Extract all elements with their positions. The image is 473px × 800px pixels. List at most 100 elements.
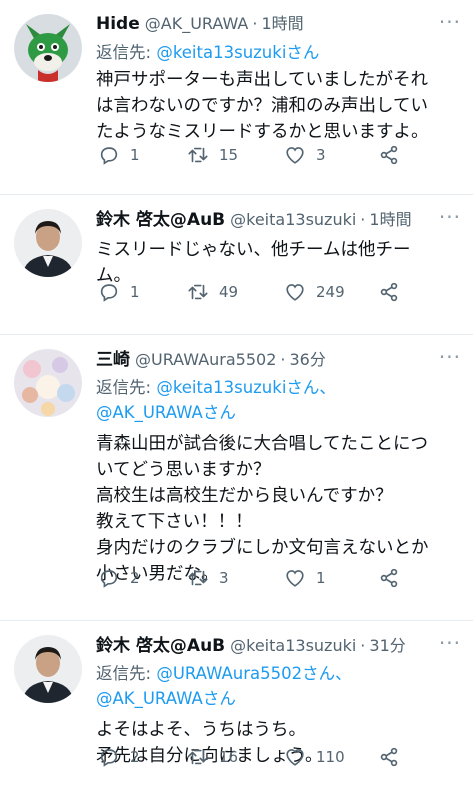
tweet-text-line: 教えて下さい！！！ — [96, 512, 253, 532]
tweet-text: ミスリードじゃない、他チームは他チー ム。 — [96, 237, 463, 289]
like-button[interactable]: 249 — [284, 281, 345, 303]
reply-button[interactable]: 1 — [98, 281, 140, 303]
reply-to-label: 返信先: — [96, 378, 157, 397]
tweet-text-line: 高校生は高校生だから良いんですか？ — [96, 486, 393, 506]
tweet-text-line: は言わないのですか？浦和のみ声出してい — [96, 96, 428, 116]
retweet-icon — [188, 284, 208, 300]
reply-to-label: 返信先: — [96, 43, 157, 62]
tweet-text-line: ム。 — [96, 266, 131, 286]
tweet-header: 鈴木 啓太@AuB @keita13suzuki · 31分 — [96, 631, 463, 661]
avatar[interactable] — [14, 635, 82, 703]
like-button[interactable]: 110 — [284, 746, 345, 768]
retweet-button[interactable]: 3 — [187, 567, 229, 589]
timestamp[interactable]: 1時間 — [261, 10, 303, 34]
retweet-button[interactable]: 16 — [187, 746, 238, 768]
share-icon — [380, 282, 398, 302]
separator-dot: · — [360, 636, 366, 655]
share-icon — [380, 145, 398, 165]
mention-link[interactable]: @keita13suzukiさん、 — [156, 378, 336, 397]
user-handle[interactable]: @AK_URAWA — [145, 14, 249, 33]
tweet-text-line: いてどう思いますか？ — [96, 460, 271, 480]
like-button[interactable]: 3 — [284, 144, 326, 166]
heart-icon — [286, 147, 304, 164]
tweet-3[interactable]: 三崎 @URAWAura5502 · 36分 ··· 返信先: @keita13… — [0, 335, 473, 621]
more-options-icon[interactable]: ··· — [439, 345, 461, 369]
timestamp[interactable]: 36分 — [289, 346, 325, 370]
wolf-mascot-avatar-image — [14, 14, 82, 82]
mention-link[interactable]: @keita13suzukiさん — [156, 43, 319, 62]
tweet-text-line: 身内だけのクラブにしか文句言えないとか — [96, 538, 429, 558]
retweet-count: 49 — [219, 283, 239, 301]
profile-photo-avatar-image — [14, 209, 82, 277]
avatar[interactable] — [14, 14, 82, 82]
like-count: 110 — [316, 748, 345, 766]
reply-button[interactable]: 2 — [98, 567, 140, 589]
retweet-count: 15 — [219, 146, 239, 164]
reply-to-line: 返信先: @keita13suzukiさん、 — [96, 375, 463, 400]
tweet-text-line: 神戸サポーターも声出していましたがそれ — [96, 70, 428, 90]
avatar[interactable] — [14, 209, 82, 277]
retweet-count: 16 — [219, 748, 239, 766]
tweet-text-line: 小さい男だな。 — [96, 564, 219, 584]
heart-icon — [286, 749, 304, 766]
reply-button[interactable]: 2 — [98, 746, 140, 768]
more-options-icon[interactable]: ··· — [439, 205, 461, 229]
share-button[interactable] — [378, 746, 400, 768]
reply-count: 2 — [130, 748, 140, 766]
profile-photo-avatar-image — [14, 635, 82, 703]
reply-button[interactable]: 1 — [98, 144, 140, 166]
retweet-count: 3 — [219, 569, 229, 587]
reply-to-label: 返信先: — [96, 664, 157, 683]
tweet-text: 青森山田が試合後に大合唱してたことにつ いてどう思いますか？ 高校生は高校生だか… — [96, 431, 463, 587]
timestamp[interactable]: 31分 — [369, 632, 405, 656]
tweet-text-line: たようなミスリードするかと思いますよ。 — [96, 122, 429, 142]
timestamp[interactable]: 1時間 — [369, 206, 411, 230]
display-name[interactable]: 鈴木 啓太@AuB — [96, 205, 225, 230]
more-options-icon[interactable]: ··· — [439, 10, 461, 34]
share-button[interactable] — [378, 567, 400, 589]
like-button[interactable]: 1 — [284, 567, 326, 589]
user-handle[interactable]: @keita13suzuki — [230, 636, 356, 655]
display-name[interactable]: 三崎 — [96, 345, 130, 370]
tweet-2[interactable]: 鈴木 啓太@AuB @keita13suzuki · 1時間 ··· ミスリード… — [0, 195, 473, 335]
share-icon — [380, 747, 398, 767]
share-button[interactable] — [378, 281, 400, 303]
tweet-text: 神戸サポーターも声出していましたがそれ は言わないのですか？浦和のみ声出してい … — [96, 67, 463, 145]
like-count: 1 — [316, 569, 326, 587]
like-count: 249 — [316, 283, 345, 301]
retweet-button[interactable]: 15 — [187, 144, 238, 166]
more-options-icon[interactable]: ··· — [439, 631, 461, 655]
retweet-icon — [188, 749, 208, 765]
share-button[interactable] — [378, 144, 400, 166]
avatar[interactable] — [14, 349, 82, 417]
retweet-icon — [188, 570, 208, 586]
user-handle[interactable]: @keita13suzuki — [230, 210, 356, 229]
separator-dot: · — [280, 350, 286, 369]
display-name[interactable]: Hide — [96, 14, 140, 34]
mention-link[interactable]: @AK_URAWAさん — [96, 403, 236, 422]
like-count: 3 — [316, 146, 326, 164]
tweet-header: Hide @AK_URAWA · 1時間 — [96, 10, 463, 40]
reply-count: 1 — [130, 146, 140, 164]
retweet-icon — [188, 147, 208, 163]
tweet-4[interactable]: 鈴木 啓太@AuB @keita13suzuki · 31分 ··· 返信先: … — [0, 621, 473, 800]
user-handle[interactable]: @URAWAura5502 — [135, 350, 276, 369]
reply-to-line: 返信先: @keita13suzukiさん — [96, 40, 463, 65]
share-icon — [380, 568, 398, 588]
reply-count: 1 — [130, 283, 140, 301]
display-name[interactable]: 鈴木 啓太@AuB — [96, 631, 225, 656]
reply-to-line-2: @AK_URAWAさん — [96, 400, 463, 425]
sweets-photo-avatar-image — [14, 349, 82, 417]
mention-link[interactable]: @URAWAura5502さん、 — [156, 664, 351, 683]
tweet-1[interactable]: Hide @AK_URAWA · 1時間 ··· 返信先: @keita13su… — [0, 0, 473, 195]
mention-link[interactable]: @AK_URAWAさん — [96, 689, 236, 708]
tweet-text-line: 矛先は自分に向けましょう。 — [96, 746, 323, 766]
retweet-button[interactable]: 49 — [187, 281, 238, 303]
reply-count: 2 — [130, 569, 140, 587]
separator-dot: · — [360, 210, 366, 229]
heart-icon — [286, 284, 304, 301]
reply-icon — [100, 570, 118, 588]
heart-icon — [286, 570, 304, 587]
reply-to-line-2: @AK_URAWAさん — [96, 686, 463, 711]
reply-icon — [100, 147, 118, 165]
